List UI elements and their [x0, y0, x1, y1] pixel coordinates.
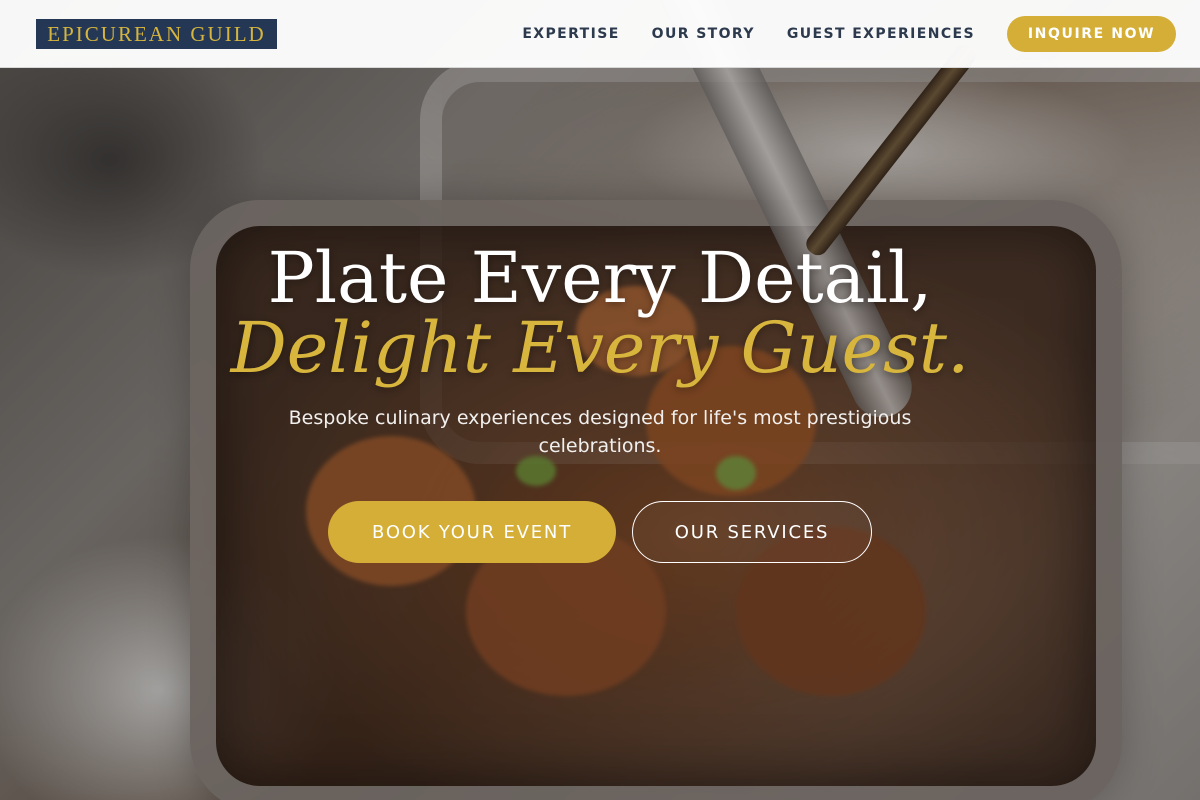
hero-headline-line2: Delight Every Guest. — [230, 307, 970, 389]
main-nav: EXPERTISE OUR STORY GUEST EXPERIENCES IN… — [522, 16, 1176, 52]
nav-link-our-story[interactable]: OUR STORY — [652, 26, 755, 42]
inquire-now-button[interactable]: INQUIRE NOW — [1007, 16, 1176, 52]
hero-overlay — [0, 0, 1200, 800]
nav-link-expertise[interactable]: EXPERTISE — [522, 26, 619, 42]
nav-link-guest-experiences[interactable]: GUEST EXPERIENCES — [787, 26, 975, 42]
hero-background-image — [0, 0, 1200, 800]
hero-subtitle: Bespoke culinary experiences designed fo… — [288, 407, 912, 457]
site-header: EPICUREAN GUILD EXPERTISE OUR STORY GUES… — [0, 0, 1200, 68]
book-your-event-button[interactable]: BOOK YOUR EVENT — [328, 501, 616, 563]
brand-logo[interactable]: EPICUREAN GUILD — [36, 19, 277, 49]
our-services-button[interactable]: OUR SERVICES — [632, 501, 872, 563]
